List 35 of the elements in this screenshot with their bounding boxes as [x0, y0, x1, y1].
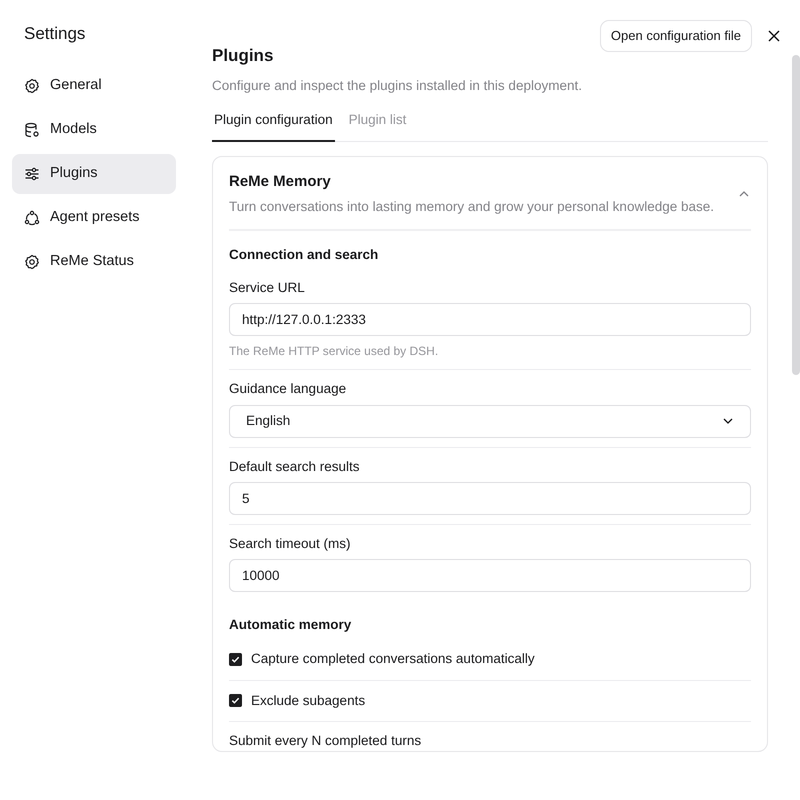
field-label: Guidance language: [229, 380, 348, 398]
select-field[interactable]: English: [229, 404, 751, 438]
input-field[interactable]: http://127.0.0.1:2333: [229, 303, 751, 336]
sidebar-item[interactable]: General: [12, 66, 176, 106]
scrollbar-thumb[interactable]: [792, 55, 800, 375]
page-description: Configure and inspect the plugins installed in this deployment.: [212, 76, 583, 95]
input-field[interactable]: 10000: [229, 559, 751, 592]
gear-icon: [24, 78, 40, 94]
checkbox-label: Exclude subagents: [251, 692, 366, 710]
window-title: Settings: [24, 24, 86, 44]
plugin-title: ReMe Memory: [229, 172, 332, 192]
input-field[interactable]: 5: [229, 482, 751, 515]
sidebar-item[interactable]: Plugins: [12, 154, 176, 194]
section-heading: Connection and search: [229, 246, 380, 264]
sidebar-item[interactable]: Models: [12, 110, 176, 150]
checkbox[interactable]: [229, 694, 242, 708]
field-label: Default search results: [229, 458, 361, 476]
agents-icon: [24, 210, 40, 226]
page-title: Plugins: [212, 46, 274, 66]
field-label: Submit every N completed turns: [229, 732, 422, 750]
close-button[interactable]: [766, 28, 782, 44]
checkbox-label: Capture completed conversations automatically: [251, 650, 535, 668]
checkbox[interactable]: [229, 652, 242, 666]
tab[interactable]: Plugin configuration: [212, 110, 335, 142]
section-heading: Automatic memory: [229, 616, 352, 634]
help-text: The ReMe HTTP service used by DSH.: [229, 343, 440, 360]
sidebar-item[interactable]: ReMe Status: [12, 242, 176, 282]
sliders-icon: [24, 166, 40, 182]
database-icon: [24, 122, 40, 138]
plugin-description: Turn conversations into lasting memory and grow your personal knowledge base.: [229, 198, 714, 216]
field-label: Service URL: [229, 279, 306, 297]
open-config-button[interactable]: Open configuration file: [600, 20, 752, 52]
gear-icon: [24, 254, 40, 270]
sidebar-item[interactable]: Agent presets: [12, 198, 176, 238]
field-label: Search timeout (ms): [229, 534, 352, 553]
